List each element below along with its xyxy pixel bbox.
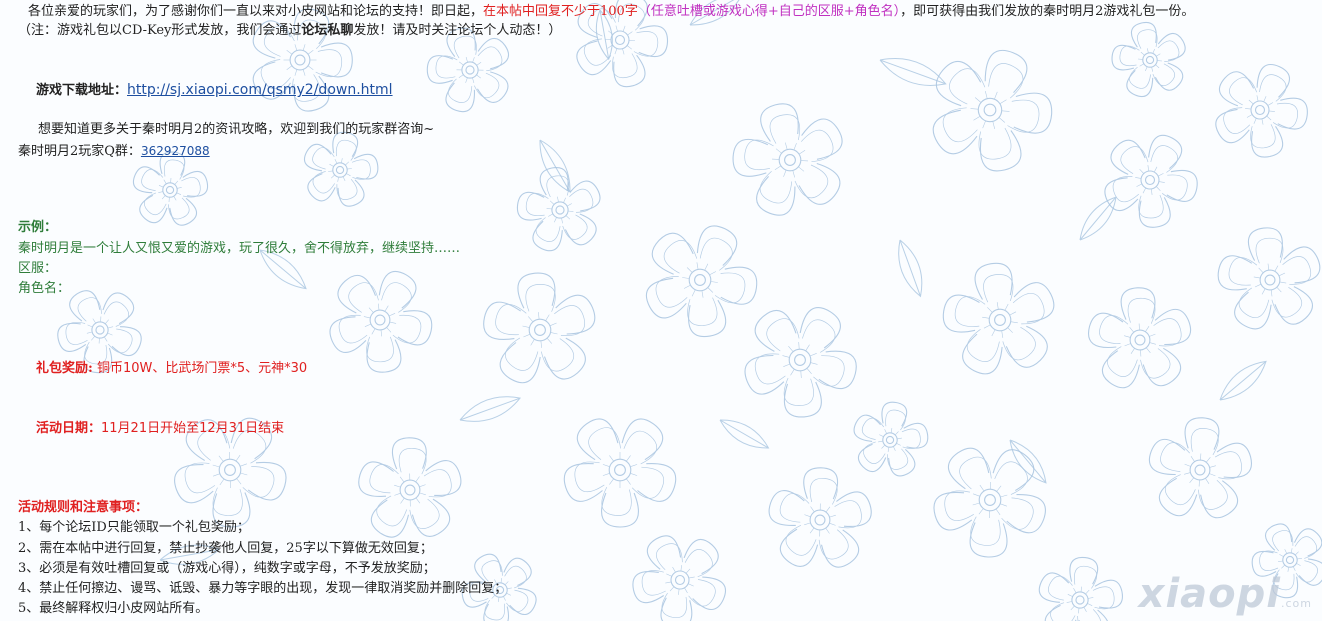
- rule-item: 5、最终解释权归小皮网站所有。: [18, 601, 209, 616]
- xiaopi-watermark: xiaopi.com: [1139, 571, 1312, 617]
- rule-item: 4、禁止任何擦边、谩骂、诋毁、暴力等字眼的出现，发现一律取消奖励并删除回复；: [18, 581, 508, 596]
- qq-number-link[interactable]: 362927088: [141, 144, 210, 158]
- date-label: 活动日期：: [36, 421, 102, 436]
- note-bold: 论坛私聊: [301, 23, 354, 38]
- forum-post-content: 各位亲爱的玩家们，为了感谢你们一直以来对小皮网站和论坛的支持！即日起，在本帖中回…: [0, 0, 1322, 621]
- intro-line: 各位亲爱的玩家们，为了感谢你们一直以来对小皮网站和论坛的支持！即日起，在本帖中回…: [28, 4, 1194, 20]
- gift-label: 礼包奖励:: [36, 361, 93, 376]
- note-part1: （注：游戏礼包以CD-Key形式发放，我们会通过: [18, 23, 302, 38]
- example-server-label: 区服：: [18, 261, 58, 276]
- intro-highlight: 在本帖中回复不少于100字: [483, 4, 638, 19]
- gift-line: 礼包奖励: 铜币10W、比武场门票*5、元神*30: [36, 361, 307, 377]
- qq-group-line: 秦时明月2玩家Q群：362927088: [18, 143, 210, 160]
- note-line: （注：游戏礼包以CD-Key形式发放，我们会通过论坛私聊发放！请及时关注论坛个人…: [18, 23, 561, 39]
- rule-item: 2、需在本帖中进行回复，禁止抄袭他人回复，25字以下算做无效回复；: [18, 541, 433, 556]
- rules-title: 活动规则和注意事项：: [18, 500, 149, 515]
- example-content: 秦时明月是一个让人又恨又爱的游戏，玩了很久，舍不得放弃，继续坚持……: [18, 241, 461, 256]
- example-role-label: 角色名：: [18, 281, 71, 296]
- rule-item: 3、必须是有效吐槽回复或（游戏心得），纯数字或字母，不予发放奖励；: [18, 561, 436, 576]
- date-value: 11月21日开始至12月31日结束: [101, 421, 285, 436]
- watermark-suffix: .com: [1281, 597, 1312, 610]
- example-title: 示例：: [18, 220, 58, 235]
- qq-label: 秦时明月2玩家Q群：: [18, 144, 141, 159]
- download-link[interactable]: http://sj.xiaopi.com/qsmy2/down.html: [127, 82, 393, 98]
- watermark-text: xiaopi: [1138, 571, 1281, 617]
- download-label: 游戏下载地址：: [36, 83, 128, 98]
- intro-greeting: 各位亲爱的玩家们，为了感谢你们一直以来对小皮网站和论坛的支持！即日起，: [28, 4, 484, 19]
- gift-value: 铜币10W、比武场门票*5、元神*30: [92, 361, 308, 376]
- info-text: 想要知道更多关于秦时明月2的资讯攻略，欢迎到我们的玩家群咨询~: [38, 122, 435, 137]
- intro-reward-text: ，即可获得由我们发放的秦时明月2游戏礼包一份。: [900, 4, 1195, 19]
- rule-item: 1、每个论坛ID只能领取一个礼包奖励；: [18, 520, 250, 535]
- intro-format-note: （任意吐槽或游戏心得+自己的区服+角色名）: [637, 4, 901, 19]
- date-line: 活动日期：11月21日开始至12月31日结束: [36, 421, 284, 437]
- note-part2: 发放！请及时关注论坛个人动态！）: [353, 23, 562, 38]
- download-line: 游戏下载地址：http://sj.xiaopi.com/qsmy2/down.h…: [36, 82, 393, 99]
